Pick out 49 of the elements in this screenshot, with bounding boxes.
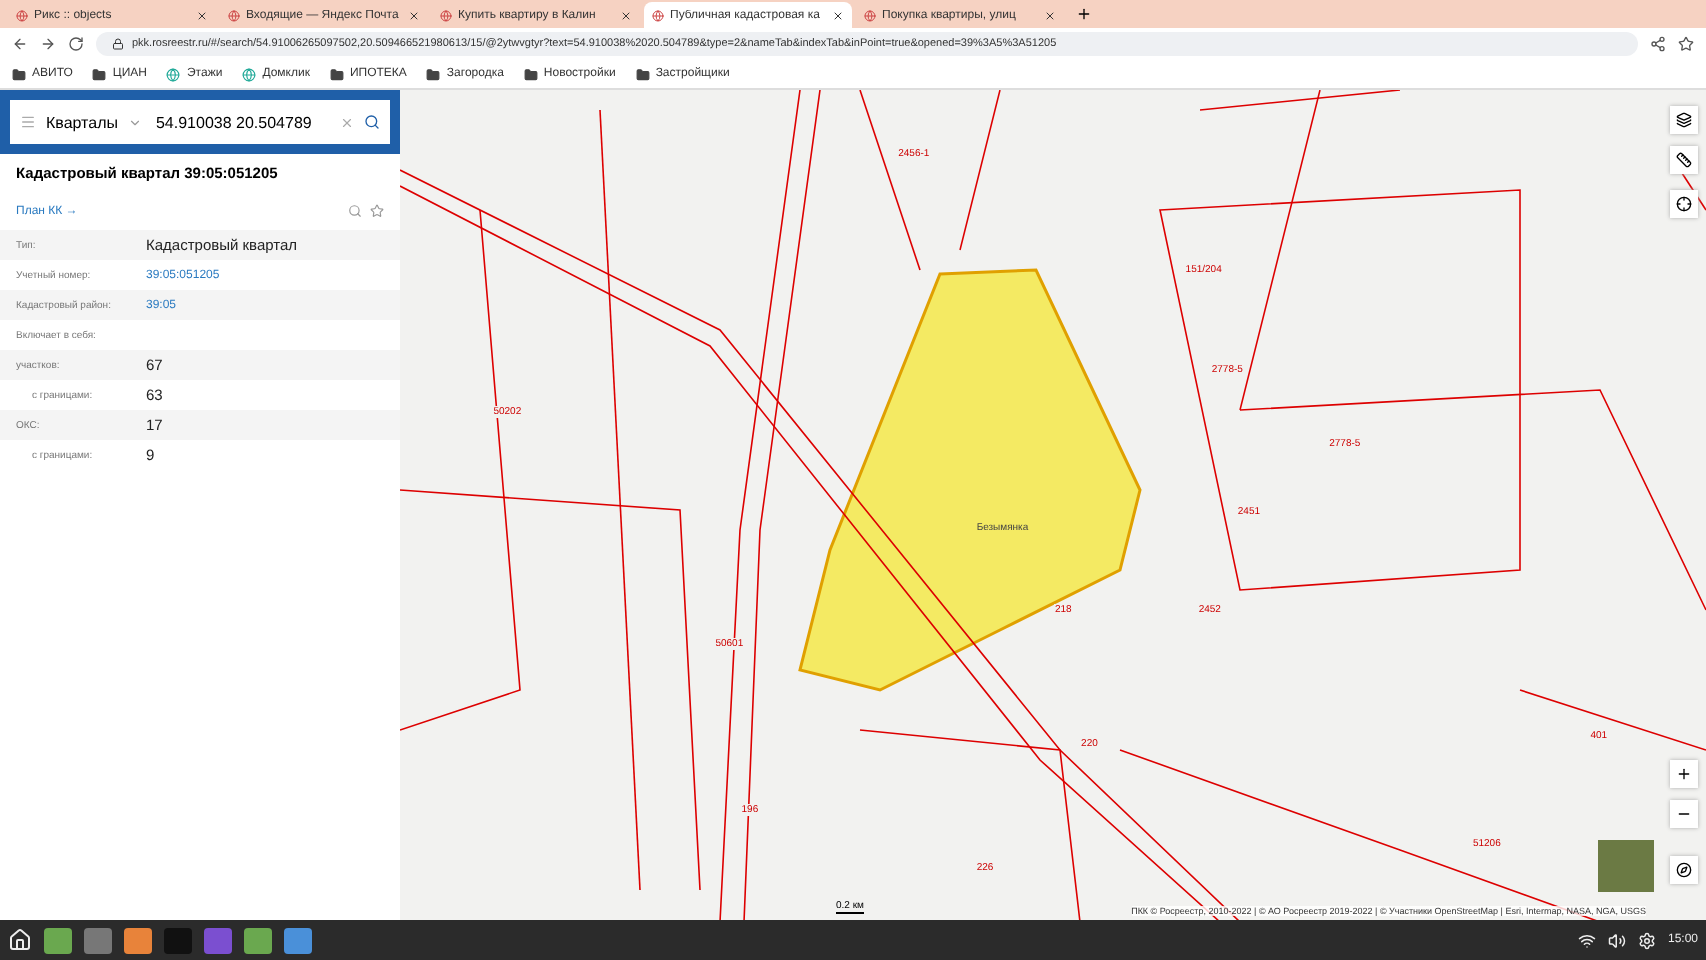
globe-icon xyxy=(166,67,181,81)
globe-icon xyxy=(440,9,452,21)
zoom-in-button[interactable] xyxy=(1670,760,1698,788)
close-icon[interactable] xyxy=(408,9,420,21)
layer-dropdown[interactable]: Кварталы xyxy=(46,113,118,131)
network-icon[interactable] xyxy=(1577,931,1596,949)
close-icon[interactable] xyxy=(1044,9,1056,21)
search-icon[interactable] xyxy=(364,114,380,130)
compass-button[interactable] xyxy=(1670,856,1698,884)
caret-icon[interactable] xyxy=(127,115,142,129)
globe-icon xyxy=(228,9,240,21)
close-icon[interactable] xyxy=(196,9,208,21)
ruler-button[interactable] xyxy=(1670,146,1698,174)
plus-icon xyxy=(1676,766,1692,782)
satellite-thumbnail[interactable] xyxy=(1598,840,1654,892)
new-tab-icon[interactable] xyxy=(1076,6,1092,22)
globe-icon xyxy=(242,67,257,81)
crosshair-button[interactable] xyxy=(1670,190,1698,218)
settings-icon[interactable] xyxy=(1637,931,1656,949)
compass-icon xyxy=(1676,862,1692,878)
folder-icon xyxy=(329,67,344,81)
taskbar-app-icon[interactable] xyxy=(204,927,232,953)
layers-icon xyxy=(1676,112,1692,128)
forward-icon[interactable] xyxy=(40,36,56,52)
bookmark-star-icon[interactable] xyxy=(1678,36,1694,52)
taskbar-app-icon[interactable] xyxy=(284,927,312,953)
folder-icon xyxy=(92,67,107,81)
reload-icon[interactable] xyxy=(68,36,84,52)
taskbar-app-icon[interactable] xyxy=(124,927,152,953)
taskbar-app-icon[interactable] xyxy=(84,927,112,953)
close-icon[interactable] xyxy=(620,9,632,21)
layers-button[interactable] xyxy=(1670,106,1698,134)
taskbar-app-icon[interactable] xyxy=(244,927,272,953)
zoom-out-button[interactable] xyxy=(1670,800,1698,828)
volume-icon[interactable] xyxy=(1607,931,1626,949)
taskbar-app-icon[interactable] xyxy=(44,927,72,953)
folder-icon xyxy=(523,67,538,81)
ruler-icon xyxy=(1676,152,1692,168)
crosshair-icon xyxy=(1676,196,1692,212)
folder-icon xyxy=(426,67,441,81)
share-icon[interactable] xyxy=(1650,36,1666,52)
globe-icon xyxy=(864,9,876,21)
folder-icon xyxy=(635,67,650,81)
globe-icon xyxy=(16,9,28,21)
back-icon[interactable] xyxy=(12,36,28,52)
close-icon[interactable] xyxy=(832,9,844,21)
folder-icon xyxy=(12,67,26,81)
globe-icon xyxy=(652,9,664,21)
star-icon[interactable] xyxy=(370,204,384,218)
